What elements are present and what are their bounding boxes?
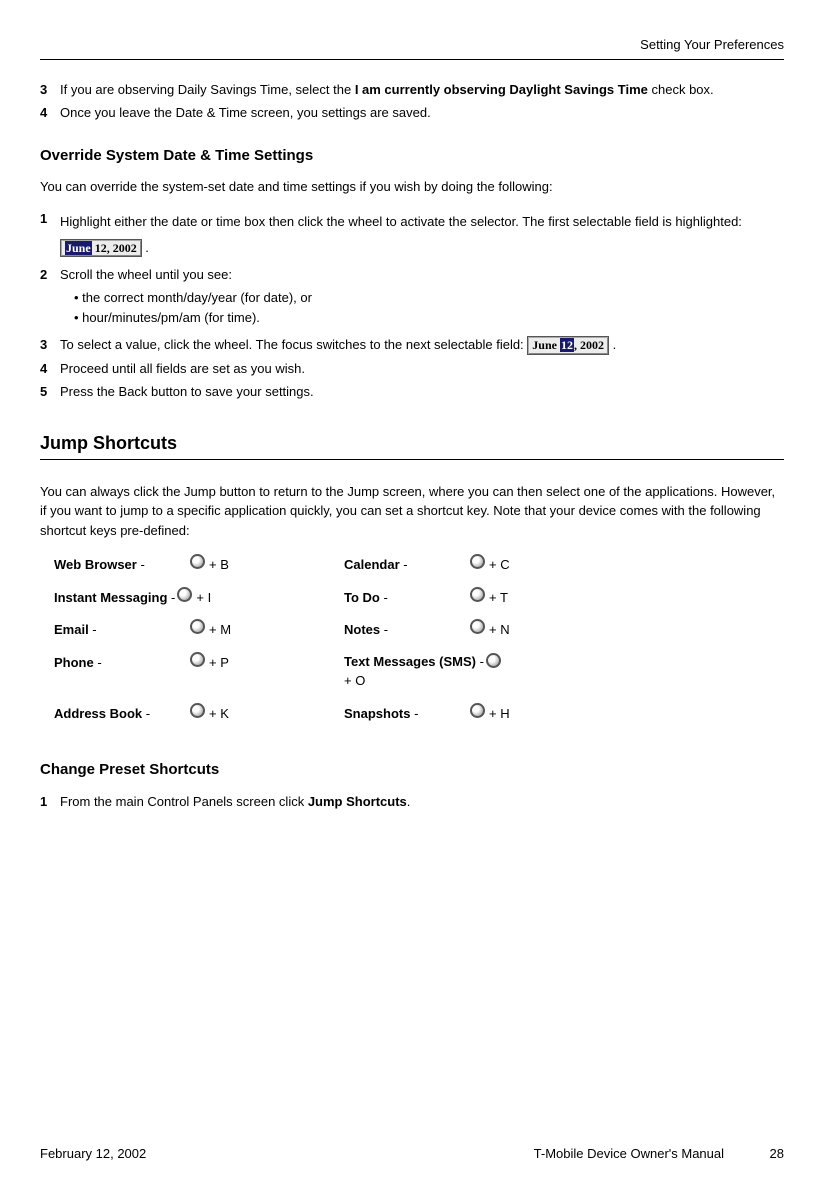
- step-body: To select a value, click the wheel. The …: [60, 335, 784, 355]
- shortcut-key: + M: [209, 620, 231, 640]
- shortcut-app: Calendar -: [344, 555, 468, 575]
- footer-page: 28: [770, 1144, 784, 1164]
- shortcut-key: + I: [196, 588, 211, 608]
- text: .: [142, 240, 149, 255]
- shortcut-key: + H: [489, 704, 510, 724]
- shortcut-item: Calendar - + C: [344, 554, 510, 575]
- jump-ring-icon: [470, 619, 485, 634]
- step-number: 5: [40, 382, 60, 402]
- jump-ring-icon: [177, 587, 192, 602]
- shortcut-item: Phone - + P: [54, 652, 344, 691]
- shortcut-app: Phone -: [54, 653, 188, 673]
- shortcut-item: Notes - + N: [344, 619, 510, 640]
- step-body: If you are observing Daily Savings Time,…: [60, 80, 784, 100]
- override-intro: You can override the system-set date and…: [40, 177, 784, 197]
- page-header: Setting Your Preferences: [40, 35, 784, 55]
- shortcut-key: + K: [209, 704, 229, 724]
- dst-steps: 3 If you are observing Daily Savings Tim…: [40, 80, 784, 123]
- shortcut-item: Address Book - + K: [54, 703, 344, 724]
- shortcut-key: + C: [489, 555, 510, 575]
- footer-date: February 12, 2002: [40, 1144, 146, 1164]
- override-steps: 1 Highlight either the date or time box …: [40, 209, 784, 402]
- step-body: Scroll the wheel until you see: • the co…: [60, 265, 784, 332]
- step-number: 3: [40, 335, 60, 355]
- jump-heading: Jump Shortcuts: [40, 430, 784, 460]
- shortcut-app: Instant Messaging -: [54, 588, 175, 608]
- shortcut-table: Web Browser - + B Calendar - + C Instant…: [54, 554, 784, 723]
- shortcut-item: Web Browser - + B: [54, 554, 344, 575]
- shortcut-app: To Do -: [344, 588, 468, 608]
- text: Highlight either the date or time box th…: [60, 214, 742, 229]
- shortcut-key: + N: [489, 620, 510, 640]
- date-selector-pill: June 12, 2002: [60, 239, 142, 257]
- shortcut-app: Web Browser -: [54, 555, 188, 575]
- preset-steps: 1 From the main Control Panels screen cl…: [40, 792, 784, 812]
- shortcut-key: + P: [209, 653, 229, 673]
- jump-ring-icon: [470, 703, 485, 718]
- jump-ring-icon: [190, 703, 205, 718]
- jump-ring-icon: [470, 587, 485, 602]
- bold-text: I am currently observing Daylight Saving…: [355, 82, 648, 97]
- step-number: 1: [40, 209, 60, 261]
- text: check box.: [648, 82, 714, 97]
- step-number: 4: [40, 359, 60, 379]
- shortcut-app: Address Book -: [54, 704, 188, 724]
- step-number: 1: [40, 792, 60, 812]
- text: From the main Control Panels screen clic…: [60, 794, 308, 809]
- step-body: Press the Back button to save your setti…: [60, 382, 784, 402]
- shortcut-app: Email -: [54, 620, 188, 640]
- highlighted-field: June: [65, 241, 92, 255]
- text: To select a value, click the wheel. The …: [60, 337, 527, 352]
- step-body: Once you leave the Date & Time screen, y…: [60, 103, 784, 123]
- text: .: [407, 794, 411, 809]
- jump-ring-icon: [190, 652, 205, 667]
- jump-ring-icon: [470, 554, 485, 569]
- footer-title: T-Mobile Device Owner's Manual: [534, 1144, 724, 1164]
- header-rule: [40, 59, 784, 60]
- shortcut-item: Text Messages (SMS) - + O: [344, 652, 505, 691]
- shortcut-key: + T: [489, 588, 508, 608]
- text: Scroll the wheel until you see:: [60, 265, 784, 285]
- shortcut-app: Notes -: [344, 620, 468, 640]
- step-body: Proceed until all fields are set as you …: [60, 359, 784, 379]
- highlighted-field: 12: [560, 338, 574, 352]
- text: 12, 2002: [92, 241, 137, 255]
- shortcut-key: + O: [344, 673, 365, 688]
- shortcut-key: + B: [209, 555, 229, 575]
- jump-intro: You can always click the Jump button to …: [40, 482, 784, 541]
- override-heading: Override System Date & Time Settings: [40, 145, 784, 168]
- bold-text: Jump Shortcuts: [308, 794, 407, 809]
- text: , 2002: [574, 338, 604, 352]
- shortcut-item: Email - + M: [54, 619, 344, 640]
- step-body: From the main Control Panels screen clic…: [60, 792, 784, 812]
- shortcut-app: Snapshots -: [344, 704, 468, 724]
- jump-ring-icon: [190, 619, 205, 634]
- text: .: [609, 337, 616, 352]
- step-number: 3: [40, 80, 60, 100]
- preset-heading: Change Preset Shortcuts: [40, 759, 784, 782]
- text: June: [532, 338, 560, 352]
- jump-ring-icon: [190, 554, 205, 569]
- step-body: Highlight either the date or time box th…: [60, 209, 784, 261]
- page-footer: February 12, 2002 T-Mobile Device Owner'…: [40, 1144, 784, 1164]
- shortcut-item: To Do - + T: [344, 587, 508, 608]
- shortcut-app: Text Messages (SMS) -: [344, 652, 484, 672]
- jump-ring-icon: [486, 653, 501, 668]
- date-selector-pill: June 12, 2002: [527, 336, 609, 354]
- shortcut-item: Instant Messaging - + I: [54, 587, 344, 608]
- bullet-item: • hour/minutes/pm/am (for time).: [74, 308, 784, 328]
- step-number: 4: [40, 103, 60, 123]
- bullet-item: • the correct month/day/year (for date),…: [74, 288, 784, 308]
- shortcut-item: Snapshots - + H: [344, 703, 510, 724]
- text: If you are observing Daily Savings Time,…: [60, 82, 355, 97]
- step-number: 2: [40, 265, 60, 332]
